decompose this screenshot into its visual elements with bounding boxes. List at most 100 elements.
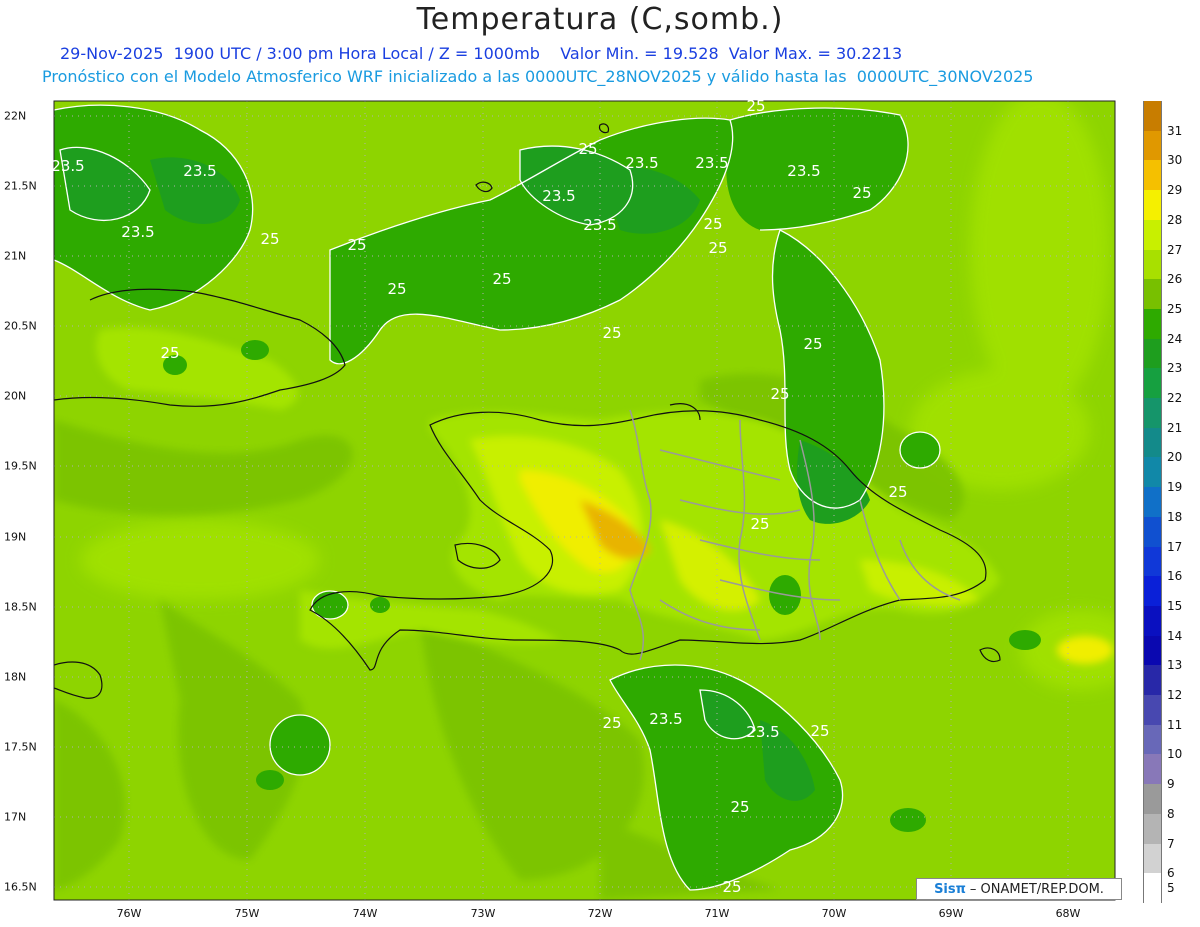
contour-label: 25: [852, 184, 871, 202]
longitude-label: 70W: [821, 907, 847, 920]
colorbar-label: 5: [1167, 881, 1175, 896]
contour-label: 23.5: [649, 710, 682, 728]
colorbar-swatch: [1143, 784, 1162, 815]
longitude-label: 71W: [704, 907, 730, 920]
colorbar-label: 19: [1167, 480, 1183, 495]
latitude-label: 17N: [4, 810, 27, 824]
contour-label: 23.5: [542, 187, 575, 205]
colorbar-swatch: [1143, 754, 1162, 785]
longitude-label: 68W: [1055, 907, 1081, 920]
latitude-label: 18.5N: [4, 600, 37, 614]
colorbar: [1143, 101, 1162, 904]
contour-label: 25: [803, 335, 822, 353]
colorbar-swatch: [1143, 873, 1162, 904]
colorbar-swatch: [1143, 279, 1162, 310]
colorbar-swatch: [1143, 249, 1162, 280]
contour-label: 25: [722, 878, 741, 896]
contour-label: 25: [770, 385, 789, 403]
contour-label: 25: [578, 140, 597, 158]
contour-label: 25: [347, 236, 366, 254]
colorbar-swatch: [1143, 338, 1162, 369]
map-plot-area: [54, 101, 1115, 900]
colorbar-swatch: [1143, 101, 1162, 132]
latitude-label: 20N: [4, 389, 27, 403]
colorbar-swatch: [1143, 457, 1162, 488]
longitude-label: 76W: [116, 907, 142, 920]
latitude-label: 19N: [4, 530, 27, 544]
contour-label: 25: [160, 344, 179, 362]
colorbar-swatch: [1143, 695, 1162, 726]
contour-label: 23.5: [51, 157, 84, 175]
longitude-label: 72W: [587, 907, 613, 920]
contour-label: 25: [492, 270, 511, 288]
colorbar-label: 6: [1167, 866, 1175, 881]
contour-label: 23.5: [183, 162, 216, 180]
contour-label: 25: [703, 215, 722, 233]
latitude-label: 21.5N: [4, 179, 37, 193]
colorbar-swatch: [1143, 130, 1162, 161]
colorbar-label: 25: [1167, 301, 1183, 316]
colorbar-swatch: [1143, 843, 1162, 874]
colorbar-label: 12: [1167, 688, 1183, 703]
longitude-label: 73W: [470, 907, 496, 920]
longitude-label: 75W: [234, 907, 260, 920]
colorbar-label: 14: [1167, 628, 1183, 643]
colorbar-swatch: [1143, 516, 1162, 548]
latitude-label: 22N: [4, 109, 27, 123]
contour-label: 25: [888, 483, 907, 501]
colorbar-label: 30: [1167, 153, 1183, 168]
colorbar-label: 17: [1167, 539, 1183, 554]
contour-label: 25: [708, 239, 727, 257]
contour-label: 23.5: [625, 154, 658, 172]
colorbar-swatch: [1143, 724, 1162, 755]
colorbar-swatch: [1143, 190, 1162, 221]
latitude-label: 19.5N: [4, 459, 37, 473]
colorbar-label: 7: [1167, 836, 1175, 851]
contour-label: 25: [602, 714, 621, 732]
colorbar-swatch: [1143, 219, 1162, 251]
colorbar-label: 21: [1167, 420, 1183, 435]
colorbar-swatch: [1143, 368, 1162, 399]
colorbar-label: 29: [1167, 183, 1183, 198]
colorbar-swatch: [1143, 576, 1162, 607]
colorbar-label: 20: [1167, 450, 1183, 465]
colorbar-swatch: [1143, 635, 1162, 666]
contour-label: 25: [260, 230, 279, 248]
colorbar-label: 18: [1167, 509, 1183, 524]
latitude-label: 17.5N: [4, 740, 37, 754]
colorbar-label: 13: [1167, 658, 1183, 673]
colorbar-label: 9: [1167, 777, 1175, 792]
latitude-label: 16.5N: [4, 880, 37, 894]
colorbar-swatch: [1143, 160, 1162, 191]
latitude-label: 21N: [4, 249, 27, 263]
colorbar-label: 31: [1167, 123, 1183, 138]
longitude-label: 69W: [938, 907, 964, 920]
temperature-map: 23.5 23.5 23.5 25 25 25 25 25 25 23.5 23.5 23.5 25 25…: [51, 97, 1116, 901]
latitude-label: 20.5N: [4, 319, 37, 333]
colorbar-label: 26: [1167, 272, 1183, 287]
colorbar-swatch: [1143, 308, 1162, 340]
colorbar-swatch: [1143, 487, 1162, 518]
colorbar-label: 24: [1167, 331, 1183, 346]
colorbar-label: 23: [1167, 361, 1183, 376]
colorbar-label: 22: [1167, 391, 1183, 406]
colorbar-swatch: [1143, 427, 1162, 458]
contour-label: 23.5: [746, 723, 779, 741]
colorbar-swatch: [1143, 546, 1162, 577]
colorbar-swatch: [1143, 813, 1162, 845]
contour-label: 23.5: [583, 216, 616, 234]
contour-label: 23.5: [695, 154, 728, 172]
colorbar-label: 16: [1167, 569, 1183, 584]
contour-label: 23.5: [121, 223, 154, 241]
latitude-label: 18N: [4, 670, 27, 684]
colorbar-label: 28: [1167, 212, 1183, 227]
contour-label: 25: [387, 280, 406, 298]
colorbar-label: 8: [1167, 806, 1175, 821]
credit-box: Sisπ – ONAMET/REP.DOM.: [916, 878, 1122, 900]
colorbar-label: 27: [1167, 242, 1183, 257]
contour-label: 25: [750, 515, 769, 533]
colorbar-label: 10: [1167, 747, 1183, 762]
longitude-label: 74W: [352, 907, 378, 920]
colorbar-swatch: [1143, 605, 1162, 637]
colorbar-label: 11: [1167, 717, 1183, 732]
